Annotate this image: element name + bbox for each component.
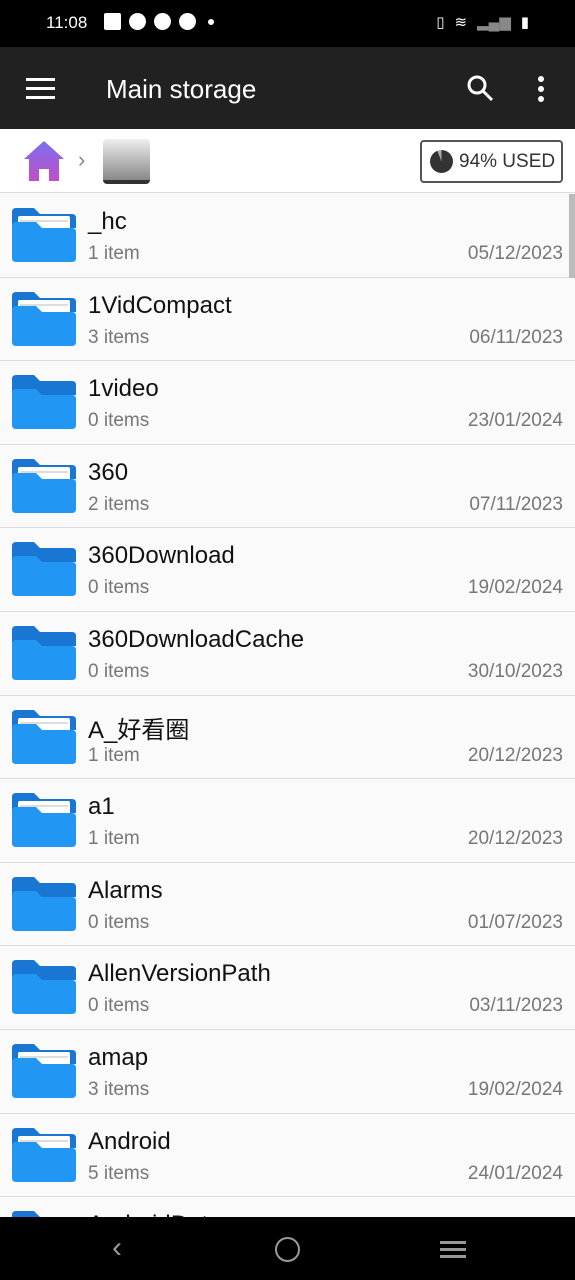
- list-item[interactable]: 1VidCompact 3 items 06/11/2023: [0, 278, 575, 362]
- storage-drive-icon[interactable]: [103, 139, 150, 184]
- gauge-icon: [179, 13, 196, 30]
- modified-date: 20/12/2023: [467, 828, 563, 850]
- file-name: Alarms: [88, 876, 163, 904]
- back-icon[interactable]: ‹: [112, 1231, 122, 1265]
- item-count: 0 items: [88, 410, 150, 432]
- modified-date: 19/02/2024: [467, 1078, 563, 1100]
- file-name: 360: [88, 458, 129, 486]
- file-name: AllenVersionPath: [88, 960, 271, 988]
- storage-used-label: 94% USED: [459, 150, 556, 172]
- list-item[interactable]: 360DownloadCache 0 items 30/10/2023: [0, 612, 575, 696]
- list-item[interactable]: A_好看圈 1 item 20/12/2023: [0, 696, 575, 780]
- item-count: 1 item: [88, 744, 140, 766]
- home-icon[interactable]: [22, 139, 66, 183]
- item-count: 2 items: [88, 493, 150, 515]
- list-item[interactable]: 1video 0 items 23/01/2024: [0, 361, 575, 445]
- folder-icon: [12, 625, 76, 680]
- list-item[interactable]: amap 3 items 19/02/2024: [0, 1030, 575, 1114]
- item-count: 5 items: [88, 1162, 150, 1184]
- list-item[interactable]: _hc 1 item 05/12/2023: [0, 194, 575, 278]
- battery-charging-icon: ▮: [520, 14, 529, 31]
- navigation-bar: ‹: [0, 1217, 575, 1280]
- file-name: A_好看圈: [88, 716, 190, 744]
- file-name: 360DownloadCache: [88, 625, 305, 653]
- folder-icon: [12, 208, 76, 262]
- file-name: 360Download: [88, 542, 235, 570]
- menu-icon[interactable]: [26, 78, 55, 105]
- recents-icon[interactable]: [440, 1241, 466, 1258]
- file-list: _hc 1 item 05/12/2023 1VidCompact 3 item…: [0, 194, 575, 1217]
- file-name: amap: [88, 1043, 149, 1071]
- item-count: 0 items: [88, 577, 150, 599]
- folder-icon: [12, 709, 76, 764]
- status-bar: 11:08 ▯ ≋ ▂▄▆ ▮: [0, 0, 575, 47]
- list-item[interactable]: AndroidDat: [0, 1197, 575, 1217]
- wifi-icon: ≋: [454, 14, 468, 31]
- folder-icon: [12, 1043, 76, 1098]
- folder-icon: [12, 375, 76, 430]
- file-name: 1video: [88, 375, 159, 403]
- modified-date: 20/12/2023: [467, 744, 563, 766]
- list-item[interactable]: 360 2 items 07/11/2023: [0, 445, 575, 529]
- pie-chart-icon: [430, 150, 453, 173]
- app-toolbar: Main storage: [0, 47, 575, 129]
- clock: 11:08: [46, 13, 88, 32]
- breadcrumb: › 94% USED: [0, 129, 575, 193]
- search-icon[interactable]: [466, 74, 494, 102]
- file-name: Android: [88, 1127, 171, 1155]
- list-item[interactable]: AllenVersionPath 0 items 03/11/2023: [0, 946, 575, 1030]
- folder-icon: [12, 960, 76, 1015]
- item-count: 1 item: [88, 828, 140, 850]
- more-vert-icon[interactable]: [538, 76, 546, 106]
- folder-icon: [12, 793, 76, 848]
- modified-date: 24/01/2024: [467, 1162, 563, 1184]
- list-item[interactable]: Android 5 items 24/01/2024: [0, 1114, 575, 1198]
- more-notifications-icon: [208, 18, 214, 25]
- list-item[interactable]: 360Download 0 items 19/02/2024: [0, 528, 575, 612]
- item-count: 3 items: [88, 1078, 150, 1100]
- modified-date: 19/02/2024: [467, 577, 563, 599]
- file-name: _hc: [88, 208, 127, 235]
- home-nav-icon[interactable]: [275, 1237, 300, 1262]
- folder-icon: [12, 1127, 76, 1182]
- scrollbar[interactable]: [569, 194, 575, 278]
- modified-date: 23/01/2024: [467, 410, 563, 432]
- notification-icon: [104, 13, 121, 30]
- storage-usage-button[interactable]: 94% USED: [420, 140, 563, 183]
- modified-date: 05/12/2023: [467, 243, 563, 264]
- file-name: 1VidCompact: [88, 291, 232, 319]
- item-count: 0 items: [88, 660, 150, 682]
- item-count: 3 items: [88, 326, 150, 348]
- gauge-icon: [129, 13, 146, 30]
- folder-icon: [12, 542, 76, 597]
- folder-icon: [12, 876, 76, 931]
- gauge-icon: [154, 13, 171, 30]
- list-item[interactable]: Alarms 0 items 01/07/2023: [0, 863, 575, 947]
- vibrate-icon: ▯: [436, 14, 445, 31]
- page-title: Main storage: [106, 74, 257, 104]
- modified-date: 07/11/2023: [469, 493, 563, 515]
- item-count: 1 item: [88, 243, 140, 264]
- chevron-right-icon: ›: [78, 147, 86, 172]
- modified-date: 30/10/2023: [467, 660, 563, 682]
- folder-icon: [12, 291, 76, 346]
- modified-date: 06/11/2023: [469, 326, 563, 348]
- folder-icon: [12, 458, 76, 513]
- item-count: 0 items: [88, 995, 150, 1017]
- item-count: 0 items: [88, 911, 150, 933]
- file-name: a1: [88, 793, 115, 821]
- list-item[interactable]: a1 1 item 20/12/2023: [0, 779, 575, 863]
- signal-icon: ▂▄▆: [477, 14, 511, 31]
- modified-date: 01/07/2023: [467, 911, 563, 933]
- modified-date: 03/11/2023: [469, 995, 563, 1017]
